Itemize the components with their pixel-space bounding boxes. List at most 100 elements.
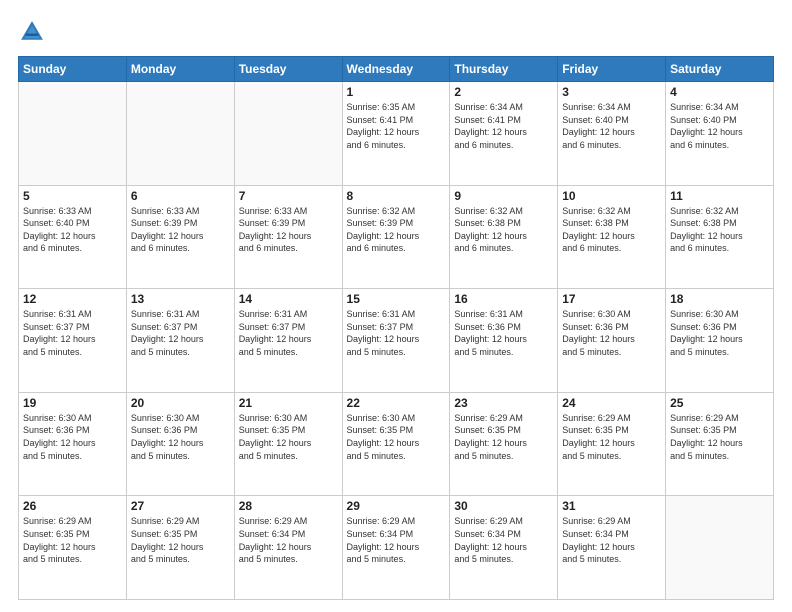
week-row-3: 12 Sunrise: 6:31 AMSunset: 6:37 PMDayligh… <box>19 289 774 393</box>
day-header-thursday: Thursday <box>450 57 558 82</box>
day-number: 23 <box>454 396 553 410</box>
day-info: Sunrise: 6:33 AMSunset: 6:39 PMDaylight:… <box>239 205 338 255</box>
day-number: 13 <box>131 292 230 306</box>
day-number: 2 <box>454 85 553 99</box>
day-header-friday: Friday <box>558 57 666 82</box>
week-row-2: 5 Sunrise: 6:33 AMSunset: 6:40 PMDaylight… <box>19 185 774 289</box>
day-number: 7 <box>239 189 338 203</box>
calendar-cell: 15 Sunrise: 6:31 AMSunset: 6:37 PMDayligh… <box>342 289 450 393</box>
day-info: Sunrise: 6:31 AMSunset: 6:37 PMDaylight:… <box>347 308 446 358</box>
calendar-cell: 1 Sunrise: 6:35 AMSunset: 6:41 PMDaylight… <box>342 82 450 186</box>
day-number: 26 <box>23 499 122 513</box>
calendar-cell <box>234 82 342 186</box>
calendar-cell: 8 Sunrise: 6:32 AMSunset: 6:39 PMDaylight… <box>342 185 450 289</box>
day-number: 29 <box>347 499 446 513</box>
day-info: Sunrise: 6:31 AMSunset: 6:37 PMDaylight:… <box>23 308 122 358</box>
day-info: Sunrise: 6:34 AMSunset: 6:40 PMDaylight:… <box>562 101 661 151</box>
calendar-cell: 5 Sunrise: 6:33 AMSunset: 6:40 PMDaylight… <box>19 185 127 289</box>
day-number: 31 <box>562 499 661 513</box>
week-row-1: 1 Sunrise: 6:35 AMSunset: 6:41 PMDaylight… <box>19 82 774 186</box>
day-info: Sunrise: 6:32 AMSunset: 6:38 PMDaylight:… <box>562 205 661 255</box>
day-info: Sunrise: 6:29 AMSunset: 6:35 PMDaylight:… <box>23 515 122 565</box>
day-info: Sunrise: 6:30 AMSunset: 6:35 PMDaylight:… <box>347 412 446 462</box>
calendar-cell: 10 Sunrise: 6:32 AMSunset: 6:38 PMDayligh… <box>558 185 666 289</box>
day-number: 12 <box>23 292 122 306</box>
day-info: Sunrise: 6:30 AMSunset: 6:36 PMDaylight:… <box>670 308 769 358</box>
day-number: 21 <box>239 396 338 410</box>
calendar-cell: 30 Sunrise: 6:29 AMSunset: 6:34 PMDayligh… <box>450 496 558 600</box>
day-number: 14 <box>239 292 338 306</box>
calendar-cell <box>19 82 127 186</box>
calendar-cell: 27Sunrise: 6:29 AMSunset: 6:35 PMDayligh… <box>126 496 234 600</box>
calendar-cell: 28 Sunrise: 6:29 AMSunset: 6:34 PMDayligh… <box>234 496 342 600</box>
day-info: Sunrise: 6:30 AMSunset: 6:36 PMDaylight:… <box>131 412 230 462</box>
day-number: 18 <box>670 292 769 306</box>
day-number: 24 <box>562 396 661 410</box>
week-row-5: 26 Sunrise: 6:29 AMSunset: 6:35 PMDayligh… <box>19 496 774 600</box>
day-info: Sunrise: 6:31 AMSunset: 6:37 PMDaylight:… <box>239 308 338 358</box>
day-number: 8 <box>347 189 446 203</box>
day-number: 28 <box>239 499 338 513</box>
day-number: 17 <box>562 292 661 306</box>
day-number: 16 <box>454 292 553 306</box>
day-number: 1 <box>347 85 446 99</box>
day-number: 9 <box>454 189 553 203</box>
day-info: Sunrise: 6:30 AMSunset: 6:35 PMDaylight:… <box>239 412 338 462</box>
calendar-cell: 11Sunrise: 6:32 AMSunset: 6:38 PMDayligh… <box>666 185 774 289</box>
calendar-cell <box>126 82 234 186</box>
calendar-cell: 6 Sunrise: 6:33 AMSunset: 6:39 PMDaylight… <box>126 185 234 289</box>
day-header-monday: Monday <box>126 57 234 82</box>
day-header-wednesday: Wednesday <box>342 57 450 82</box>
calendar-cell: 31 Sunrise: 6:29 AMSunset: 6:34 PMDayligh… <box>558 496 666 600</box>
day-info: Sunrise: 6:31 AMSunset: 6:37 PMDaylight:… <box>131 308 230 358</box>
day-info: Sunrise: 6:33 AMSunset: 6:40 PMDaylight:… <box>23 205 122 255</box>
calendar-cell: 19Sunrise: 6:30 AMSunset: 6:36 PMDayligh… <box>19 392 127 496</box>
calendar-cell: 25 Sunrise: 6:29 AMSunset: 6:35 PMDayligh… <box>666 392 774 496</box>
day-info: Sunrise: 6:33 AMSunset: 6:39 PMDaylight:… <box>131 205 230 255</box>
day-info: Sunrise: 6:29 AMSunset: 6:35 PMDaylight:… <box>562 412 661 462</box>
day-info: Sunrise: 6:34 AMSunset: 6:40 PMDaylight:… <box>670 101 769 151</box>
day-info: Sunrise: 6:32 AMSunset: 6:39 PMDaylight:… <box>347 205 446 255</box>
day-number: 4 <box>670 85 769 99</box>
day-number: 11 <box>670 189 769 203</box>
calendar-header-row: SundayMondayTuesdayWednesdayThursdayFrid… <box>19 57 774 82</box>
calendar-cell: 3 Sunrise: 6:34 AMSunset: 6:40 PMDaylight… <box>558 82 666 186</box>
calendar-cell: 12 Sunrise: 6:31 AMSunset: 6:37 PMDayligh… <box>19 289 127 393</box>
day-info: Sunrise: 6:29 AMSunset: 6:35 PMDaylight:… <box>454 412 553 462</box>
day-info: Sunrise: 6:34 AMSunset: 6:41 PMDaylight:… <box>454 101 553 151</box>
day-number: 25 <box>670 396 769 410</box>
calendar-cell: 22 Sunrise: 6:30 AMSunset: 6:35 PMDayligh… <box>342 392 450 496</box>
day-number: 5 <box>23 189 122 203</box>
header <box>18 18 774 46</box>
day-header-saturday: Saturday <box>666 57 774 82</box>
day-info: Sunrise: 6:32 AMSunset: 6:38 PMDaylight:… <box>454 205 553 255</box>
day-number: 15 <box>347 292 446 306</box>
logo-icon <box>18 18 46 46</box>
day-number: 10 <box>562 189 661 203</box>
day-info: Sunrise: 6:29 AMSunset: 6:34 PMDaylight:… <box>454 515 553 565</box>
day-info: Sunrise: 6:35 AMSunset: 6:41 PMDaylight:… <box>347 101 446 151</box>
calendar-cell: 26 Sunrise: 6:29 AMSunset: 6:35 PMDayligh… <box>19 496 127 600</box>
day-info: Sunrise: 6:29 AMSunset: 6:35 PMDaylight:… <box>670 412 769 462</box>
day-info: Sunrise: 6:31 AMSunset: 6:36 PMDaylight:… <box>454 308 553 358</box>
day-info: Sunrise: 6:29 AMSunset: 6:34 PMDaylight:… <box>562 515 661 565</box>
calendar-cell: 16 Sunrise: 6:31 AMSunset: 6:36 PMDayligh… <box>450 289 558 393</box>
week-row-4: 19Sunrise: 6:30 AMSunset: 6:36 PMDayligh… <box>19 392 774 496</box>
page: SundayMondayTuesdayWednesdayThursdayFrid… <box>0 0 792 612</box>
calendar-cell: 20Sunrise: 6:30 AMSunset: 6:36 PMDayligh… <box>126 392 234 496</box>
day-number: 6 <box>131 189 230 203</box>
calendar-cell: 29Sunrise: 6:29 AMSunset: 6:34 PMDayligh… <box>342 496 450 600</box>
day-number: 27 <box>131 499 230 513</box>
calendar-cell: 18 Sunrise: 6:30 AMSunset: 6:36 PMDayligh… <box>666 289 774 393</box>
calendar-cell: 9 Sunrise: 6:32 AMSunset: 6:38 PMDaylight… <box>450 185 558 289</box>
day-info: Sunrise: 6:30 AMSunset: 6:36 PMDaylight:… <box>562 308 661 358</box>
day-info: Sunrise: 6:29 AMSunset: 6:34 PMDaylight:… <box>239 515 338 565</box>
day-number: 3 <box>562 85 661 99</box>
calendar-cell <box>666 496 774 600</box>
day-header-tuesday: Tuesday <box>234 57 342 82</box>
day-number: 30 <box>454 499 553 513</box>
day-info: Sunrise: 6:30 AMSunset: 6:36 PMDaylight:… <box>23 412 122 462</box>
day-number: 22 <box>347 396 446 410</box>
calendar-cell: 21 Sunrise: 6:30 AMSunset: 6:35 PMDayligh… <box>234 392 342 496</box>
calendar-cell: 13 Sunrise: 6:31 AMSunset: 6:37 PMDayligh… <box>126 289 234 393</box>
